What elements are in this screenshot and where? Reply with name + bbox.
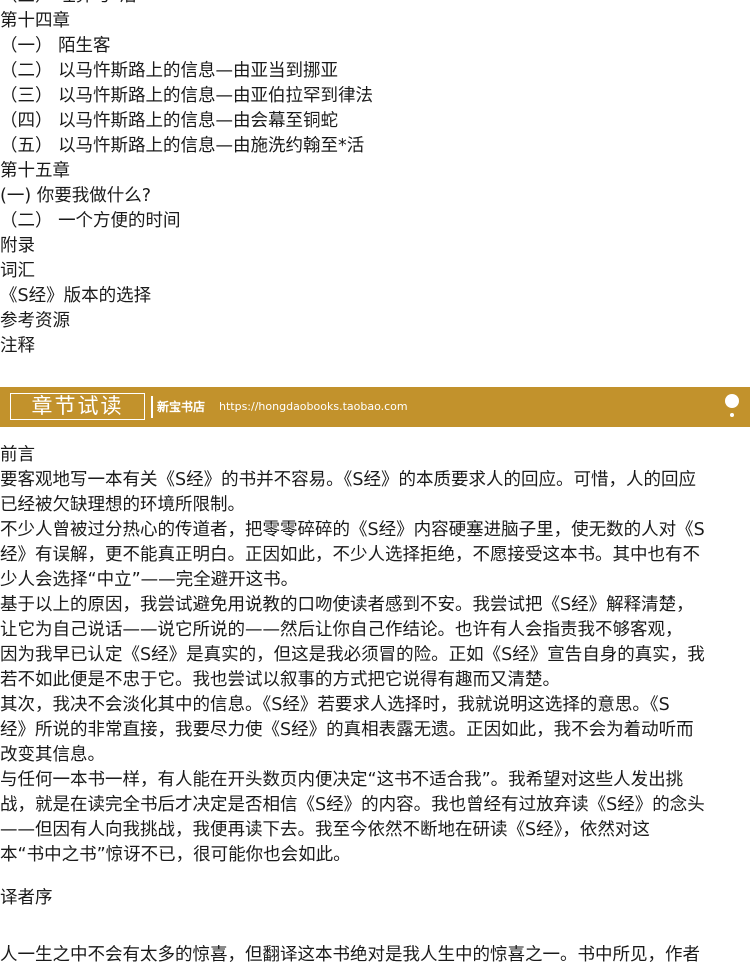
banner-divider: [151, 396, 153, 418]
toc-line: （四） 以马忤斯路上的信息—由会幕至铜蛇: [0, 111, 339, 131]
table-of-contents: （三） 埋葬与*活 第十四章 （一） 陌生客 （二） 以马忤斯路上的信息—由亚当…: [0, 0, 750, 359]
toc-line: （三） 埋葬与*活: [0, 0, 750, 9]
toc-line: (一) 你要我做什么?: [0, 186, 152, 206]
preface-line: 不少人曾被过分热心的传道者，把零零碎碎的《S经》内容硬塞进脑子里，使无数的人对《…: [0, 520, 705, 540]
preface-line: 本“书中之书”惊讶不已，很可能你也会如此。: [0, 845, 351, 865]
toc-line: （二） 以马忤斯路上的信息—由亚当到挪亚: [0, 61, 339, 81]
preface-line: 要客观地写一本有关《S经》的书并不容易。《S经》的本质要求人的回应。可惜，人的回…: [0, 470, 696, 490]
translator-preface-heading: 译者序: [0, 888, 53, 908]
toc-line: （五） 以马忤斯路上的信息—由施洗约翰至*活: [0, 136, 365, 156]
toc-line: （三） 以马忤斯路上的信息—由亚伯拉罕到律法: [0, 86, 374, 106]
store-name: 新宝书店: [157, 400, 206, 414]
preface-line: 战，就是在读完全书后才决定是否相信《S经》的内容。我也曾经有过放弃读《S经》的念…: [0, 795, 705, 815]
exclamation-icon: [725, 394, 739, 420]
preface-heading: 前言: [0, 445, 35, 465]
toc-section: 参考资源: [0, 311, 70, 331]
preface-line: 基于以上的原因，我尝试避免用说教的口吻使读者感到不安。我尝试把《S经》解释清楚，: [0, 595, 694, 615]
banner-title: 章节试读: [10, 393, 145, 420]
toc-section: 注释: [0, 336, 35, 356]
preface-line: 改变其信息。: [0, 745, 105, 765]
preface-line: 因为我早已认定《S经》是真实的，但这是我必须冒的险。正如《S经》宣告自身的真实，…: [0, 645, 705, 665]
preface-line: 少人会选择“中立”——完全避开这书。: [0, 570, 299, 590]
preface-line: 经》有误解，更不能真正明白。正因如此，不少人选择拒绝，不愿接受这本书。其中也有不: [0, 545, 700, 565]
preface-line: 与任何一本书一样，有人能在开头数页内便决定“这书不适合我”。我希望对这些人发出挑: [0, 770, 684, 790]
preface-line: 若不如此便是不忠于它。我也尝试以叙事的方式把它说得有趣而又清楚。: [0, 670, 560, 690]
translator-preface-line: 人一生之中不会有太多的惊喜，但翻译这本书绝对是我人生中的惊喜之一。书中所见，作者: [0, 945, 700, 965]
preview-content: 前言 要客观地写一本有关《S经》的书并不容易。《S经》的本质要求人的回应。可惜，…: [0, 443, 750, 968]
toc-section: 词汇: [0, 261, 35, 281]
preface-line: 其次，我决不会淡化其中的信息。《S经》若要求人选择时，我就说明这选择的意思。《S: [0, 695, 670, 715]
toc-section: 《S经》版本的选择: [0, 286, 152, 306]
preface-line: 经》所说的非常直接，我要尽力使《S经》的真相表露无遗。正因如此，我不会为着动听而: [0, 720, 694, 740]
store-url[interactable]: https://hongdaobooks.taobao.com: [219, 399, 408, 415]
preface-line: 已经被欠缺理想的环境所限制。: [0, 495, 245, 515]
toc-line: （二） 一个方便的时间: [0, 211, 181, 231]
toc-section: 附录: [0, 236, 35, 256]
chapter-preview-banner: 章节试读 新宝书店 https://hongdaobooks.taobao.co…: [0, 387, 750, 427]
toc-chapter-heading: 第十五章: [0, 161, 70, 181]
preface-line: 让它为自己说话——说它所说的——然后让你自己作结论。也许有人会指责我不够客观，: [0, 620, 683, 640]
preface-line: ——但因有人向我挑战，我便再读下去。我至今依然不断地在研读《S经》，依然对这: [0, 820, 650, 840]
toc-line: （一） 陌生客: [0, 36, 111, 56]
toc-chapter-heading: 第十四章: [0, 11, 70, 31]
